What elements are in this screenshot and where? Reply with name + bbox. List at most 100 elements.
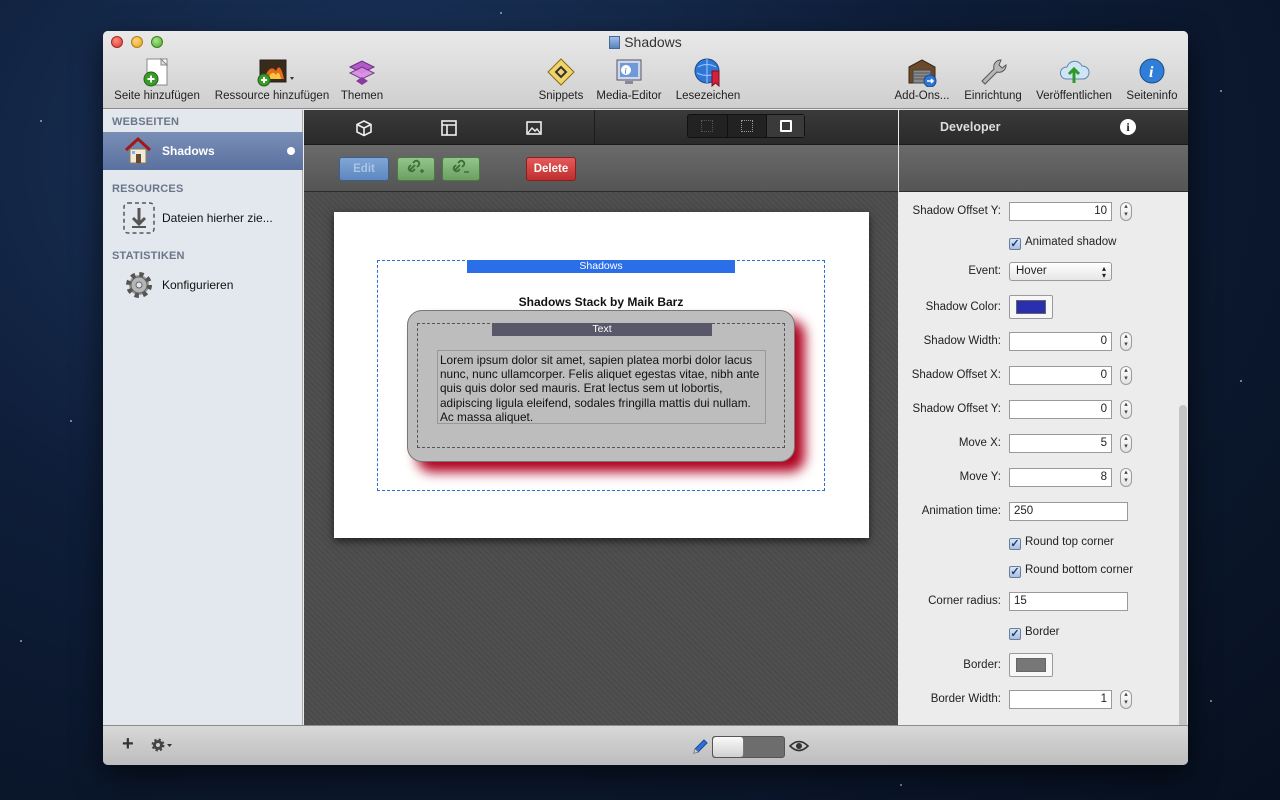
sidebar-item-configure[interactable]: Konfigurieren [103,266,303,304]
add-resource-button[interactable]: Ressource hinzufügen [211,57,333,102]
sidebar: WEBSEITEN Shadows RESOURCES Dateien hier… [103,110,303,725]
info-icon[interactable]: i [1120,119,1136,135]
shadow-width-row: Shadow Width: 0 ▴ ▾ [899,331,1179,353]
add-page-button[interactable]: Seite hinzufügen [111,57,203,102]
add-page-icon [141,57,173,87]
inspector-title: Developer [940,120,1001,134]
shadow-width-stepper[interactable]: ▴ ▾ [1120,332,1132,351]
eye-icon[interactable] [788,739,810,756]
link-add-icon [406,159,426,175]
themes-button[interactable]: Themen [339,57,385,102]
gear-menu-icon[interactable] [150,737,174,756]
edit-preview-toggle[interactable] [712,736,785,758]
info-icon: i [1136,57,1168,87]
add-resource-icon [256,57,294,87]
stack-icon[interactable] [355,119,373,140]
animated-shadow-checkbox[interactable]: ✓ Animated shadow [1009,236,1116,250]
border-color-row: Border: [899,653,1179,677]
round-bottom-checkbox[interactable]: ✓ Round bottom corner [1009,564,1133,578]
animation-time-input[interactable]: 250 [1009,502,1128,521]
media-editor-button[interactable]: i Media-Editor [592,57,666,102]
move-y-stepper[interactable]: ▴ ▾ [1120,468,1132,487]
event-select[interactable]: Hover ▴ ▾ [1009,262,1112,281]
inspector-scrollbar[interactable] [1179,405,1187,755]
app-window: Shadows Seite hinzufügen Ressource hinzu… [103,31,1188,765]
shadow-offset-y-input[interactable]: 10 [1009,202,1112,221]
gear-icon [123,269,155,304]
animated-shadow-row: ✓ Animated shadow [899,233,1179,255]
shadow-offset-y-2-stepper[interactable]: ▴ ▾ [1120,400,1132,419]
page-canvas: Shadows Shadows Stack by Maik Barz Text … [334,212,869,538]
house-icon [123,136,153,169]
layout-icon[interactable] [440,119,458,140]
page-info-button[interactable]: i Seiteninfo [1123,57,1181,102]
edit-button[interactable]: Edit [339,157,389,181]
border-width-stepper[interactable]: ▴ ▾ [1120,690,1132,709]
stack-action-bar: Edit Delete [304,145,898,192]
text-tab[interactable]: Text [492,323,712,336]
round-top-checkbox[interactable]: ✓ Round top corner [1009,536,1114,550]
sidebar-section-webseiten: WEBSEITEN [112,116,180,128]
move-y-row: Move Y: 8 ▴ ▾ [899,467,1179,489]
move-x-input[interactable]: 5 [1009,434,1112,453]
move-x-stepper[interactable]: ▴ ▾ [1120,434,1132,453]
publish-button[interactable]: Veröffentlichen [1032,57,1116,102]
addons-icon [906,57,938,88]
shadow-width-input[interactable]: 0 [1009,332,1112,351]
corner-radius-input[interactable]: 15 [1009,592,1128,611]
delete-button[interactable]: Delete [526,157,576,181]
inspector-subbar [899,145,1188,192]
corner-radius-row: Corner radius: 15 [899,591,1179,613]
inspector-panel: Developer i Shadow Offset Y: 10 ▴ ▾ ✓ Anim… [899,110,1188,755]
unsaved-indicator [287,147,295,155]
pencil-icon[interactable] [691,738,709,759]
publish-icon [1058,57,1090,87]
sidebar-section-resources: RESOURCES [112,183,184,195]
snippets-icon [545,57,577,87]
border-width-row: Border Width: 1 ▴ ▾ [899,689,1179,711]
move-y-input[interactable]: 8 [1009,468,1112,487]
view-mode-2-button[interactable] [727,115,766,137]
image-icon[interactable] [525,119,543,140]
wrench-icon [977,57,1009,87]
download-icon [122,201,156,238]
shadow-box: Text Lorem ipsum dolor sit amet, sapien … [407,310,795,462]
svg-text:i: i [1149,64,1154,81]
editor-area: Edit Delete Shadows Shadows Stack by Mai… [304,110,898,725]
sidebar-item-drop-files[interactable]: Dateien hierher zie... [103,199,303,237]
document-icon [609,36,621,49]
svg-text:i: i [625,67,627,76]
text-content[interactable]: Lorem ipsum dolor sit amet, sapien plate… [437,350,766,424]
animation-time-row: Animation time: 250 [899,501,1179,523]
event-row: Event: Hover ▴ ▾ [899,261,1179,283]
snippets-button[interactable]: Snippets [537,57,585,102]
shadow-color-well[interactable] [1009,295,1053,319]
title-bar: Shadows Seite hinzufügen Ressource hinzu… [103,31,1188,109]
bookmarks-icon [692,57,724,88]
round-top-row: ✓ Round top corner [899,533,1179,555]
border-color-well[interactable] [1009,653,1053,677]
shadow-offset-y-2-input[interactable]: 0 [1009,400,1112,419]
setup-button[interactable]: Einrichtung [961,57,1025,102]
bookmarks-button[interactable]: Lesezeichen [673,57,743,102]
addons-button[interactable]: Add-Ons... [891,57,953,102]
shadow-offset-y-stepper[interactable]: ▴ ▾ [1120,202,1132,221]
text-stack[interactable]: Text Lorem ipsum dolor sit amet, sapien … [417,323,785,448]
shadow-offset-x-stepper[interactable]: ▴ ▾ [1120,366,1132,385]
add-icon[interactable]: + [122,734,134,754]
window-title: Shadows [103,34,1188,50]
add-link-button[interactable] [397,157,435,181]
shadow-offset-y-2-row: Shadow Offset Y: 0 ▴ ▾ [899,399,1179,421]
border-width-input[interactable]: 1 [1009,690,1112,709]
remove-link-button[interactable] [442,157,480,181]
stack-tab[interactable]: Shadows [467,260,735,273]
view-mode-3-button[interactable] [766,115,804,137]
view-mode-segmented [687,114,805,138]
border-checkbox[interactable]: ✓ Border [1009,626,1060,640]
editor-mode-bar [304,110,898,192]
media-editor-icon: i [613,57,645,87]
shadows-stack[interactable]: Shadows Shadows Stack by Maik Barz Text … [377,260,825,491]
shadow-offset-x-input[interactable]: 0 [1009,366,1112,385]
sidebar-item-shadows[interactable]: Shadows [103,132,303,170]
view-mode-1-button[interactable] [688,115,727,137]
